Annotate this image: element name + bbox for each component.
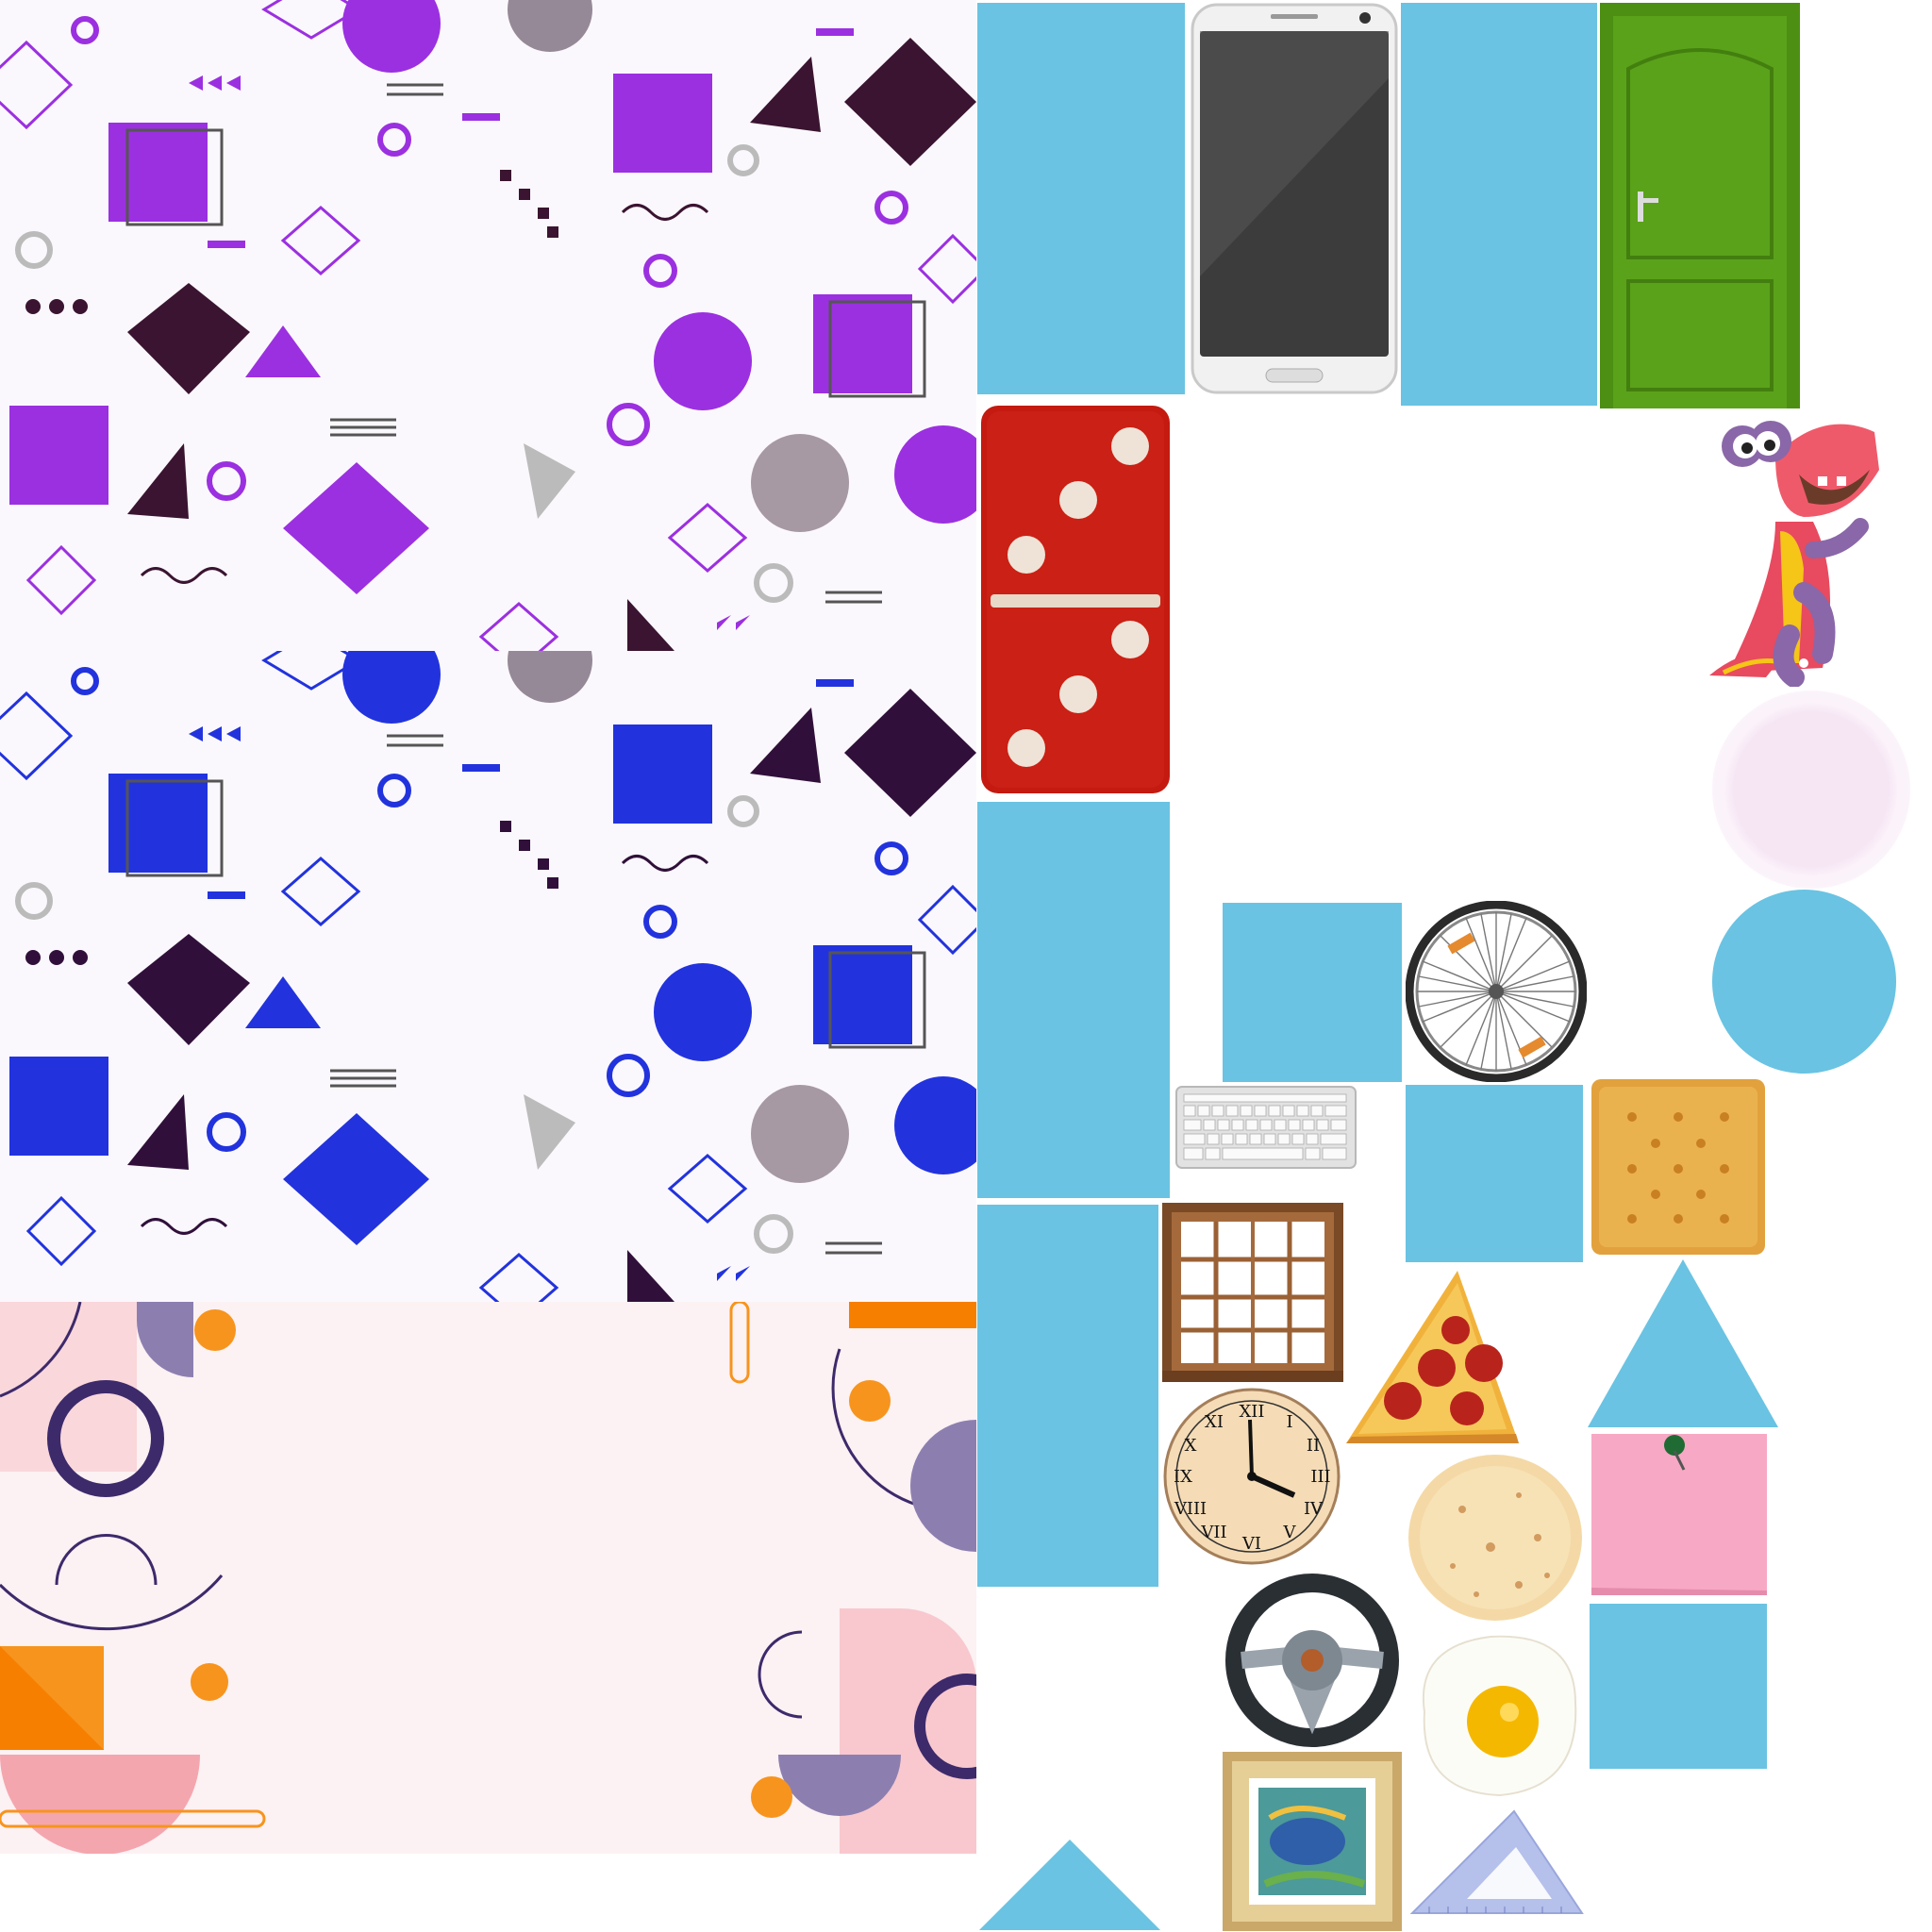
purple-pattern-panel: [0, 0, 976, 651]
svg-text:VIII: VIII: [1174, 1499, 1207, 1519]
set-square-icon: [1410, 1809, 1585, 1918]
window-icon: [1162, 1203, 1343, 1382]
dinosaur-icon: [1709, 408, 1884, 687]
svg-text:III: III: [1310, 1467, 1330, 1487]
keyboard-icon: [1174, 1085, 1358, 1172]
domino-icon: [979, 404, 1172, 795]
sticky-note-icon: [1590, 1432, 1769, 1597]
blue-square-2: [1406, 1085, 1583, 1262]
svg-text:I: I: [1286, 1412, 1292, 1432]
blue-rectangle-4: [977, 1205, 1158, 1587]
cracker-icon: [1590, 1077, 1767, 1257]
picture-frame-icon: [1223, 1752, 1402, 1931]
clock-icon: XII I II III IV V VI VII VIII IX X XI: [1162, 1387, 1341, 1566]
svg-text:XI: XI: [1205, 1412, 1224, 1432]
pizza-slice-icon: [1344, 1269, 1524, 1448]
svg-text:VI: VI: [1241, 1534, 1261, 1554]
pink-pattern-art: [0, 1302, 976, 1854]
blue-square-3: [1590, 1604, 1767, 1769]
blue-circle: [1712, 890, 1896, 1074]
blue-rectangle-3: [977, 802, 1170, 1198]
svg-text:V: V: [1283, 1523, 1297, 1542]
blue-pattern-panel: [0, 651, 976, 1302]
door-icon: [1600, 3, 1800, 408]
blue-rectangle-2: [1401, 3, 1597, 406]
tortilla-icon: [1406, 1453, 1585, 1623]
svg-text:IV: IV: [1304, 1499, 1324, 1519]
blue-square-1: [1223, 903, 1402, 1082]
svg-text:IX: IX: [1174, 1467, 1192, 1487]
bicycle-wheel-icon: [1406, 901, 1587, 1082]
purple-pattern-art: [0, 0, 976, 651]
steering-wheel-icon: [1223, 1571, 1402, 1750]
svg-text:XII: XII: [1239, 1402, 1264, 1422]
svg-text:X: X: [1185, 1436, 1197, 1456]
blue-pattern-art: [0, 651, 976, 1302]
svg-text:VII: VII: [1200, 1523, 1226, 1542]
svg-text:II: II: [1307, 1436, 1320, 1456]
blue-triangle-1: [1588, 1259, 1778, 1429]
pale-pink-circle: [1712, 691, 1910, 889]
blue-rectangle-1: [977, 3, 1185, 394]
blue-triangle-2: [979, 1840, 1160, 1930]
fried-egg-icon: [1406, 1627, 1585, 1802]
smartphone-icon: [1191, 3, 1398, 394]
pink-pattern-panel: [0, 1302, 976, 1854]
